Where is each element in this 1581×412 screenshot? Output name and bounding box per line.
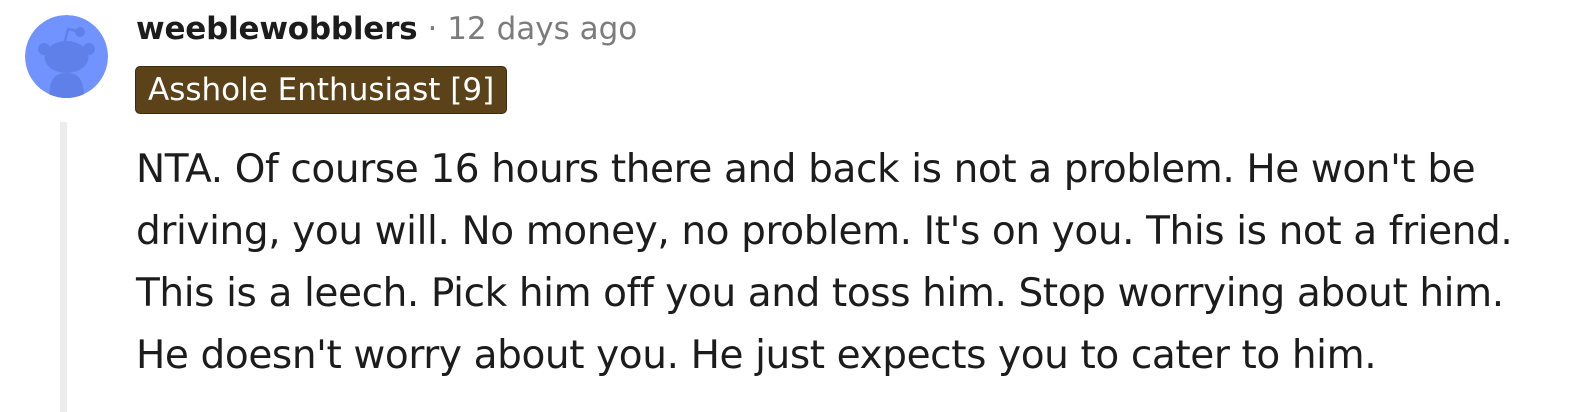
comment-author[interactable]: weeblewobblers [136,11,418,47]
comment-body-line: He doesn't worry about you. He just expe… [136,333,1377,378]
comment-timestamp[interactable]: 12 days ago [447,11,637,47]
user-flair-badge: Asshole Enthusiast [9] [135,66,508,114]
comment-body-line: This is a leech. Pick him off you and to… [136,271,1504,316]
comment-body-line: driving, you will. No money, no problem.… [136,209,1513,254]
comment-body: NTA. Of course 16 hours there and back i… [136,139,1556,387]
user-avatar[interactable] [25,15,108,98]
comment-body-line: NTA. Of course 16 hours there and back i… [136,147,1476,192]
comment-header: weeblewobblers · 12 days ago [136,9,637,49]
thread-collapse-line[interactable] [60,122,67,412]
meta-separator: · [427,11,438,47]
snoo-avatar-icon [25,15,108,98]
